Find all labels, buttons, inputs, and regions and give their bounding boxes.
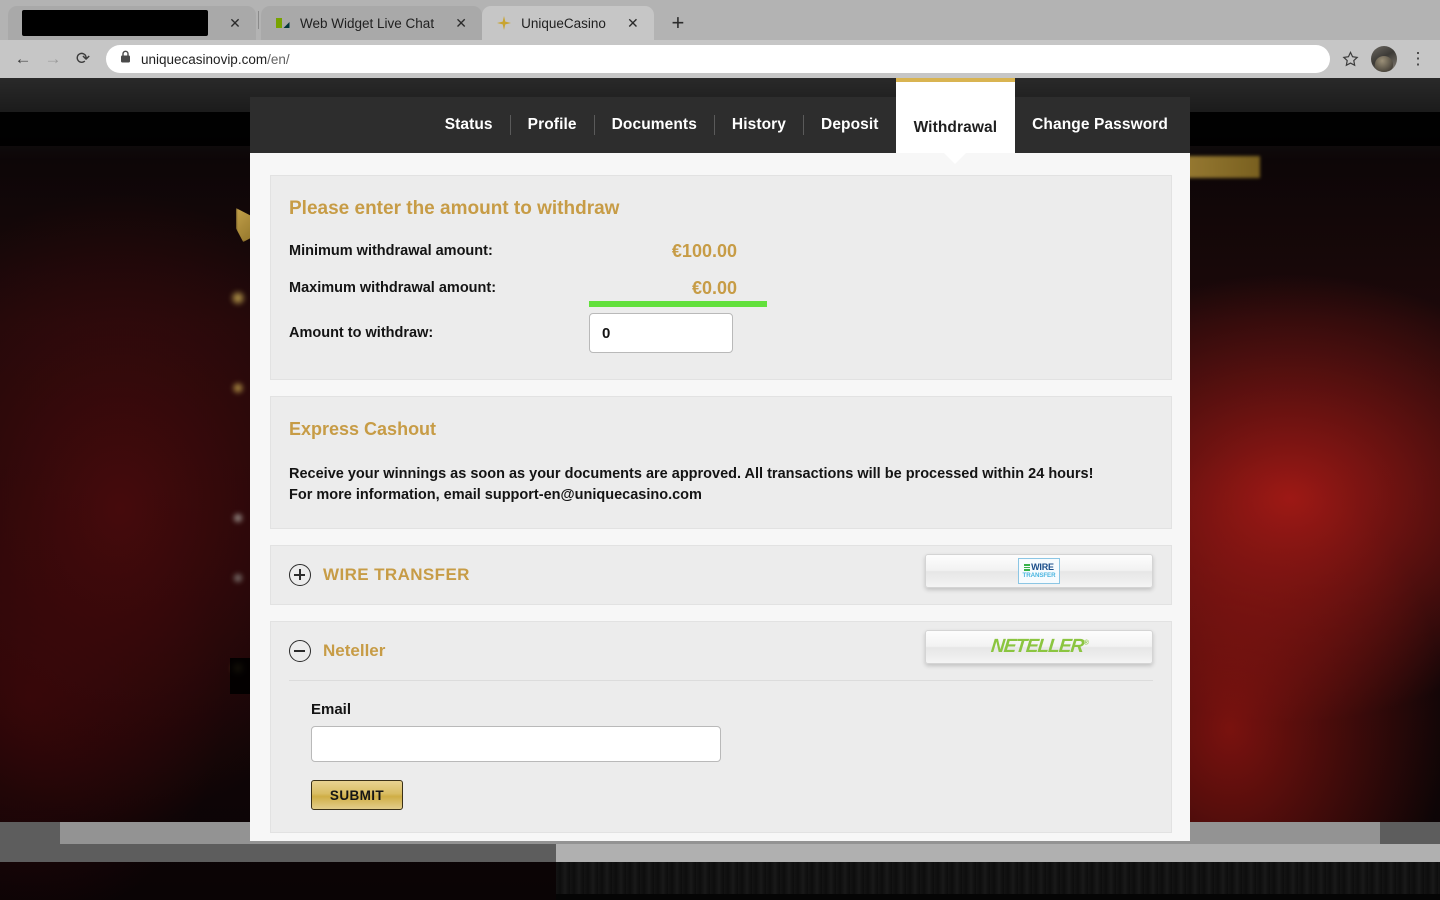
neteller-logo: NETELLER®	[990, 636, 1089, 658]
url-path: /en/	[267, 51, 290, 67]
browser-toolbar: ← → ⟳ uniquecasinovip.com/en/ ⋮	[0, 40, 1440, 78]
background-chips	[228, 268, 248, 698]
minimum-amount-row: Minimum withdrawal amount: €100.00	[289, 238, 1153, 264]
close-tab-icon[interactable]: ✕	[622, 12, 644, 34]
express-cashout-title: Express Cashout	[289, 419, 437, 439]
minimum-amount-label: Minimum withdrawal amount:	[289, 243, 493, 259]
account-nav-items: Status Profile Documents History Deposit…	[428, 78, 1190, 164]
profile-avatar[interactable]	[1371, 46, 1397, 72]
neteller-logo-mark: ®	[1083, 639, 1088, 647]
tab-deposit[interactable]: Deposit	[804, 97, 896, 153]
address-bar[interactable]: uniquecasinovip.com/en/	[106, 45, 1330, 73]
payment-method-neteller: Neteller NETELLER® Email SUBMIT	[270, 621, 1172, 834]
toolbar-actions: ⋮	[1336, 45, 1432, 73]
withdraw-panel-title: Please enter the amount to withdraw	[289, 198, 620, 219]
zendesk-icon	[275, 15, 291, 31]
maximum-amount-value: €0.00	[589, 277, 767, 307]
minus-circle-icon[interactable]	[289, 640, 311, 663]
browser-tab-uniquecasino[interactable]: UniqueCasino ✕	[482, 6, 654, 40]
account-nav-tabs: Status Profile Documents History Deposit…	[250, 78, 1190, 164]
amount-to-withdraw-input[interactable]	[589, 313, 733, 353]
tab-title: UniqueCasino	[521, 15, 606, 31]
tab-withdrawal[interactable]: Withdrawal	[895, 78, 1016, 164]
wire-transfer-name: WIRE TRANSFER	[323, 565, 470, 585]
new-tab-button[interactable]: +	[664, 9, 692, 37]
forward-icon[interactable]: →	[38, 44, 68, 74]
redacted-tab-title	[22, 10, 208, 36]
tab-status[interactable]: Status	[428, 97, 510, 153]
close-tab-icon[interactable]: ✕	[224, 12, 246, 34]
browser-window: ✕ Web Widget Live Chat ✕ UniqueCasino ✕ …	[0, 0, 1440, 900]
modal-content: Please enter the amount to withdraw Mini…	[250, 153, 1190, 841]
tab-title: Web Widget Live Chat	[300, 15, 435, 31]
neteller-logo-button[interactable]: NETELLER®	[925, 630, 1153, 665]
back-icon[interactable]: ←	[8, 44, 38, 74]
plus-circle-icon[interactable]	[289, 564, 311, 587]
payment-method-wire-transfer: WIRE TRANSFER WIRE TRANSFER	[270, 545, 1172, 606]
wire-transfer-logo-button[interactable]: WIRE TRANSFER	[925, 554, 1153, 589]
wire-transfer-logo-secondary: TRANSFER	[1022, 571, 1056, 579]
browser-tab-web-widget-live-chat[interactable]: Web Widget Live Chat ✕	[261, 6, 483, 40]
submit-button[interactable]: SUBMIT	[311, 780, 403, 811]
email-field-label: Email	[311, 701, 352, 719]
page-footer-strip-2	[556, 894, 1440, 900]
email-input[interactable]	[311, 726, 721, 763]
page-gray-band-light-2	[556, 844, 1440, 862]
tab-documents[interactable]: Documents	[595, 97, 714, 153]
url-text: uniquecasinovip.com/en/	[141, 52, 290, 67]
express-cashout-text: Receive your winnings as soon as your do…	[289, 464, 1153, 506]
maximum-amount-row: Maximum withdrawal amount: €0.00	[289, 275, 1153, 307]
neteller-header[interactable]: Neteller NETELLER®	[289, 622, 1153, 680]
reload-icon[interactable]: ⟳	[68, 44, 98, 74]
express-cashout-panel: Express Cashout Receive your winnings as…	[270, 396, 1172, 530]
neteller-logo-text: NETELLER	[989, 636, 1085, 658]
account-modal: Status Profile Documents History Deposit…	[250, 78, 1190, 841]
active-tab-caret-icon	[944, 153, 967, 164]
wire-transfer-logo-bars	[1024, 564, 1031, 571]
maximum-amount-label: Maximum withdrawal amount:	[289, 280, 497, 296]
maximum-amount-highlight	[589, 300, 767, 307]
tab-strip: ✕ Web Widget Live Chat ✕ UniqueCasino ✕ …	[0, 0, 1440, 40]
tab-history[interactable]: History	[715, 97, 803, 153]
amount-to-withdraw-row: Amount to withdraw:	[289, 313, 1153, 353]
lock-icon	[120, 50, 131, 68]
wire-transfer-header[interactable]: WIRE TRANSFER WIRE TRANSFER	[289, 546, 1153, 604]
tab-change-password[interactable]: Change Password	[1015, 97, 1190, 153]
wire-transfer-logo-top: WIRE	[1024, 561, 1054, 572]
wire-transfer-logo: WIRE TRANSFER	[1018, 558, 1060, 585]
express-line-2: For more information, email support-en@u…	[289, 487, 702, 504]
tab-withdrawal-label: Withdrawal	[913, 119, 998, 136]
amount-to-withdraw-label: Amount to withdraw:	[289, 325, 434, 341]
page-viewport: Status Profile Documents History Deposit…	[0, 78, 1440, 900]
close-tab-icon[interactable]: ✕	[450, 12, 472, 34]
sparkle-icon	[496, 15, 512, 31]
tab-profile[interactable]: Profile	[511, 97, 594, 153]
neteller-form: Email SUBMIT	[289, 680, 1153, 832]
wire-transfer-logo-primary: WIRE	[1031, 561, 1054, 572]
express-line-1: Receive your winnings as soon as your do…	[289, 466, 1094, 482]
bookmark-star-icon[interactable]	[1336, 45, 1364, 73]
browser-tab-redacted[interactable]: ✕	[8, 6, 256, 40]
withdraw-amount-panel: Please enter the amount to withdraw Mini…	[270, 175, 1172, 380]
url-domain: uniquecasinovip.com	[141, 51, 268, 67]
maximum-amount-text: €0.00	[691, 277, 737, 298]
minimum-amount-value: €100.00	[671, 240, 737, 261]
browser-menu-icon[interactable]: ⋮	[1404, 45, 1432, 73]
neteller-name: Neteller	[323, 641, 386, 661]
tab-separator	[258, 11, 259, 29]
